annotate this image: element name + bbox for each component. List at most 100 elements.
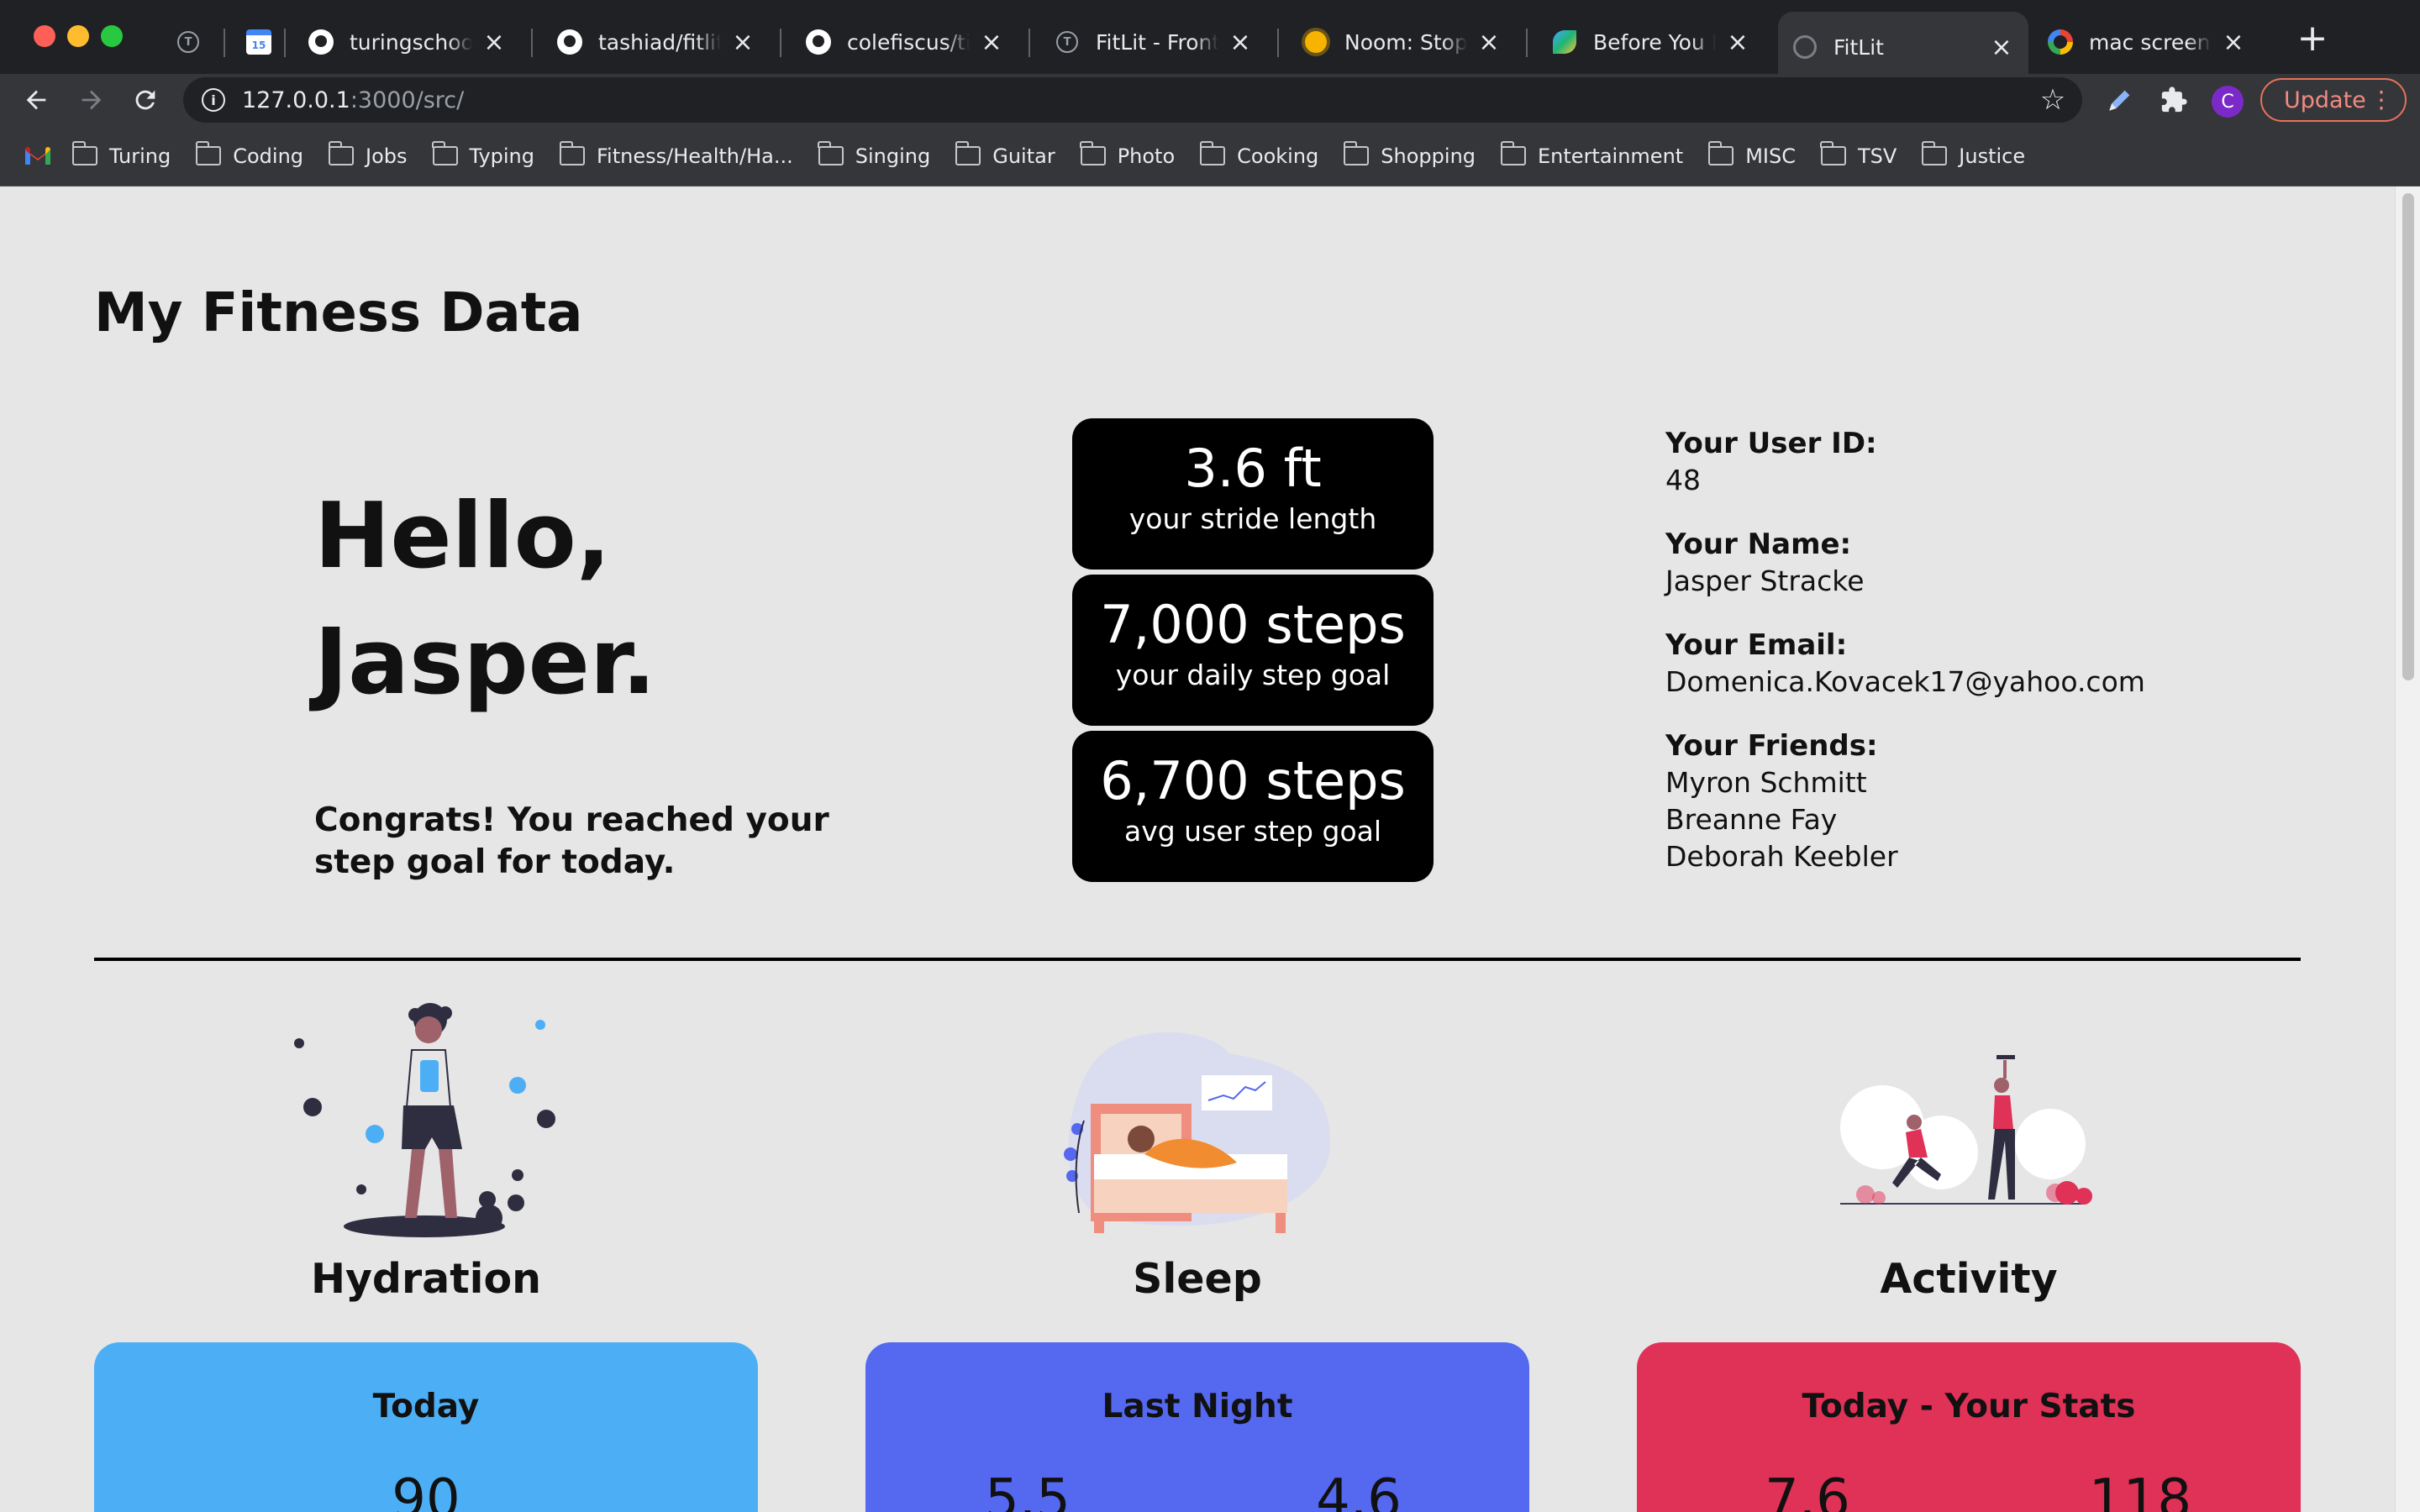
close-icon[interactable]: × [1476,28,1502,57]
bookmark-justice[interactable]: Justice [1921,141,2025,168]
tab-calendar[interactable]: 15 [235,15,286,69]
folder-icon [1500,141,1527,165]
close-icon[interactable]: × [2220,28,2247,57]
tab-separator [531,29,533,57]
user-email-block: Your Email: Domenica.Kovacek17@yahoo.com [1665,627,2145,701]
forward-button[interactable] [71,79,113,121]
activity-illustration [1840,1055,2092,1205]
tab-google-search[interactable]: mac screensho × [2033,15,2260,69]
tab-before-you-buy[interactable]: Before You Buy × [1538,15,1765,69]
sleep-illustration [1064,1032,1330,1233]
url-path: :3000/src/ [350,87,465,113]
sleep-panel: Last Night 5.5 4.6 [865,1342,1529,1512]
toolbar: i 127.0.0.1:3000/src/ ☆ C Update ⋮ [0,74,2420,126]
bookmark-typing[interactable]: Typing [432,141,534,168]
bookmark-cooking[interactable]: Cooking [1199,141,1318,168]
close-icon[interactable]: × [729,28,756,57]
sleep-quality-value: 4.6 [1316,1468,1402,1512]
arrow-left-icon [26,90,46,110]
tab-separator [224,29,225,57]
stat-value: 7,000 steps [1100,594,1406,655]
minimize-window-button[interactable] [67,25,89,47]
bookmark-guitar[interactable]: Guitar [955,141,1055,168]
stat-label: your daily step goal [1115,659,1391,691]
back-button[interactable] [15,79,57,121]
site-info-icon[interactable]: i [202,88,225,112]
bookmark-misc[interactable]: MISC [1707,141,1796,168]
tab-noom[interactable]: Noom: Stop die × [1289,15,1516,69]
scrollbar-thumb[interactable] [2402,193,2414,680]
hydration-title: Hydration [310,1255,542,1303]
bookmark-singing[interactable]: Singing [818,141,930,168]
page-scrollbar[interactable] [2395,186,2420,1512]
tab-github-tashiad[interactable]: tashiad/fitlit at × [543,15,770,69]
github-icon [805,29,832,55]
maximize-window-button[interactable] [101,25,123,47]
pen-extension-icon[interactable] [2102,82,2138,118]
bookmark-fitness[interactable]: Fitness/Health/Ha... [559,141,793,168]
tab-fitlit-active[interactable]: FitLit × [1778,12,2028,82]
close-icon[interactable]: × [1227,28,1254,57]
bookmark-tsv[interactable]: TSV [1820,141,1897,168]
bookmark-shopping[interactable]: Shopping [1343,141,1476,168]
bookmark-photo[interactable]: Photo [1080,141,1175,168]
close-icon[interactable]: × [978,28,1005,57]
step-goal-message: Congrats! You reached your step goal for… [314,801,829,881]
daily-step-goal-card: 7,000 steps your daily step goal [1072,575,1434,726]
gmail-icon[interactable] [25,146,50,166]
close-window-button[interactable] [34,25,55,47]
new-tab-button[interactable]: + [2294,20,2331,59]
user-email-label: Your Email: [1665,628,1848,662]
bookmark-turing[interactable]: Turing [71,141,171,168]
tab-github-turingschool[interactable]: turingschool-e × [294,15,521,69]
tab-separator [780,29,781,57]
folder-icon [818,141,844,165]
calendar-icon: 15 [245,29,272,55]
folder-icon [1820,141,1846,165]
sun-icon [1302,29,1329,55]
user-id-value: 48 [1665,464,1701,496]
browser-chrome: T 15 turingschool-e × tashiad/fitlit at … [0,0,2420,186]
close-icon[interactable]: × [1988,33,2015,62]
tab-fitlit-frontend[interactable]: T FitLit - Front-E × [1040,15,1267,69]
friend-name: Deborah Keebler [1665,840,1898,873]
bookmark-star-icon[interactable]: ☆ [2037,84,2069,116]
tab-github-colefiscus[interactable]: colefiscus/tic-t × [792,15,1018,69]
tab-separator [284,29,286,57]
address-bar[interactable]: i 127.0.0.1:3000/src/ ☆ [183,77,2082,123]
section-divider [94,958,2301,961]
stat-value: 6,700 steps [1100,750,1406,811]
folder-icon [1343,141,1370,165]
url-host: 127.0.0.1 [242,87,350,113]
friend-name: Myron Schmitt [1665,766,1867,799]
page-content: My Fitness Data Hello, Jasper. Congrats!… [0,186,2395,1512]
bookmark-entertainment[interactable]: Entertainment [1500,141,1683,168]
folder-icon [1080,141,1106,165]
activity-panel: Today - Your Stats 7.6 118 [1637,1342,2301,1512]
sleep-title: Sleep [1133,1255,1262,1303]
profile-avatar[interactable]: C [2212,86,2244,118]
folder-icon [328,141,355,165]
reload-button[interactable] [124,79,166,121]
folder-icon [1199,141,1226,165]
stat-label: your stride length [1128,502,1377,535]
reload-icon [135,90,155,110]
tab-turing[interactable]: T [165,15,212,69]
folder-icon [1921,141,1948,165]
hydration-panel-title: Today [372,1388,480,1425]
bookmark-coding[interactable]: Coding [195,141,303,168]
folder-icon [955,141,981,165]
update-button[interactable]: Update ⋮ [2260,78,2407,122]
extensions-puzzle-icon[interactable] [2156,82,2191,118]
activity-minutes-value: 118 [2088,1468,2192,1512]
greeting: Hello, Jasper. [314,474,656,726]
tab-separator [1277,29,1279,57]
sleep-panel-title: Last Night [1102,1388,1293,1425]
bookmark-jobs[interactable]: Jobs [328,141,408,168]
more-vert-icon[interactable]: ⋮ [2370,87,2393,113]
arrow-right-icon [82,90,102,110]
activity-panel-title: Today - Your Stats [1802,1388,2136,1425]
close-icon[interactable]: × [481,28,508,57]
close-icon[interactable]: × [1724,28,1751,57]
folder-icon [1707,141,1734,165]
